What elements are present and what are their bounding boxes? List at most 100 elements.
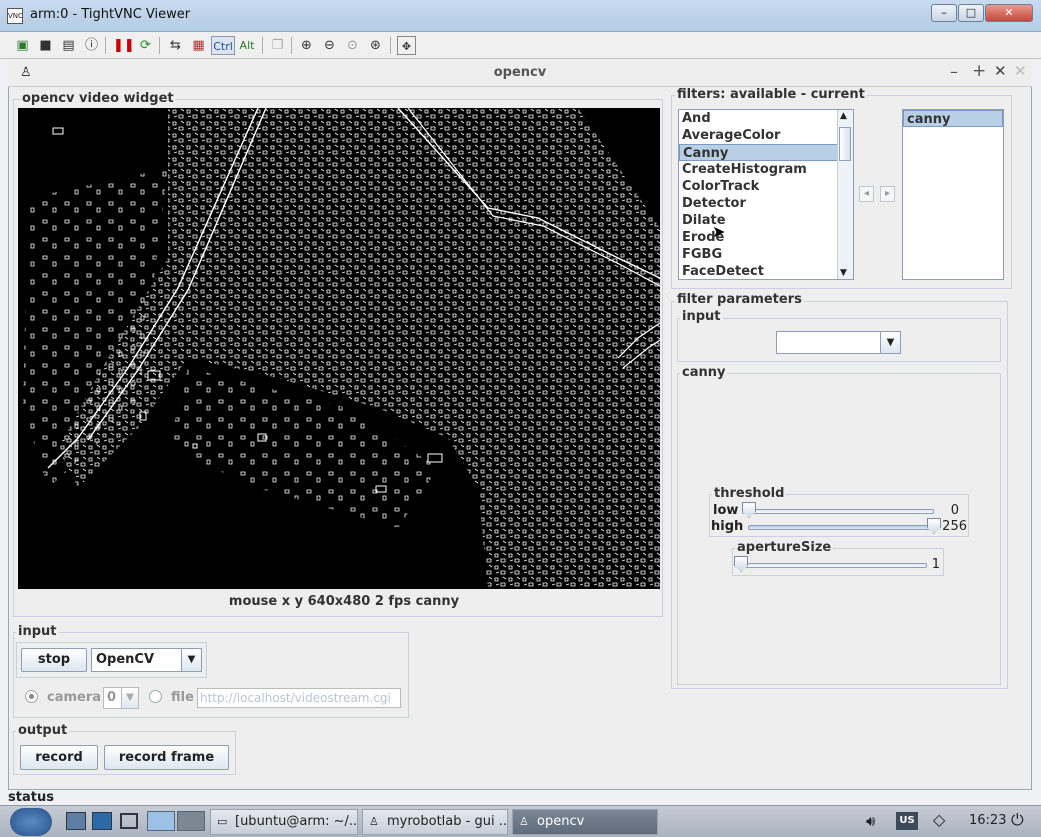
- param-input-select[interactable]: ▼: [776, 331, 901, 354]
- move-left-button[interactable]: ◂: [859, 186, 874, 202]
- java-icon: ♙: [369, 815, 379, 828]
- info-icon[interactable]: ⓘ: [82, 36, 101, 55]
- high-value: 256: [942, 519, 967, 534]
- filter-parameters-title: filter parameters: [675, 292, 804, 307]
- window-titlebar: VNC arm:0 - TightVNC Viewer – □ ✕: [0, 0, 1041, 32]
- browser-icon[interactable]: [92, 812, 112, 830]
- source-select[interactable]: OpenCV ▼: [91, 648, 202, 672]
- canny-edge-image: [23, 108, 660, 589]
- close-button[interactable]: ✕: [985, 4, 1033, 22]
- available-filter-item[interactable]: Canny: [679, 144, 853, 161]
- available-filter-item[interactable]: And: [679, 110, 853, 127]
- windows-icon[interactable]: [120, 813, 138, 829]
- save-icon[interactable]: ■: [36, 36, 55, 55]
- zoom-out-icon[interactable]: ⊖: [320, 36, 339, 55]
- zoom-actual-icon[interactable]: ⊛: [366, 36, 385, 55]
- current-filters-list[interactable]: canny: [902, 109, 1004, 280]
- ctrl-toggle[interactable]: Ctrl: [211, 36, 235, 55]
- transfer-icon[interactable]: ⇆: [166, 36, 185, 55]
- background-close-icon: ✕: [1014, 62, 1027, 80]
- minimize-button[interactable]: –: [931, 4, 957, 22]
- inner-minimize-button[interactable]: –: [950, 62, 958, 81]
- available-filter-item[interactable]: Detector: [679, 195, 853, 212]
- chevron-down-icon[interactable]: ▼: [880, 332, 900, 353]
- zoom-fit-icon[interactable]: ⊙: [343, 36, 362, 55]
- file-label: file: [171, 690, 194, 705]
- taskbar: ▭ [ubuntu@arm: ~/... ♙ myrobotlab - gui ..…: [0, 805, 1041, 837]
- task-myrobotlab[interactable]: ♙ myrobotlab - gui ...: [362, 809, 508, 835]
- chevron-down-icon[interactable]: ▼: [121, 688, 138, 708]
- available-filter-item[interactable]: FaceDetect: [679, 263, 853, 279]
- output-title: output: [16, 723, 70, 738]
- volume-icon[interactable]: 🔊︎: [866, 812, 875, 830]
- inner-maximize-button[interactable]: +: [972, 61, 986, 81]
- inner-close-button[interactable]: ✕: [994, 62, 1007, 80]
- available-filter-item[interactable]: Erode: [679, 229, 853, 246]
- status-label: status: [8, 790, 54, 805]
- scroll-up-icon[interactable]: ▲: [840, 111, 847, 121]
- task-opencv[interactable]: ♙ opencv: [512, 809, 658, 835]
- desktop-1-icon[interactable]: [147, 811, 175, 831]
- opencv-titlebar: ♙ opencv – + ✕ ✕: [8, 60, 1032, 87]
- chevron-down-icon[interactable]: ▼: [181, 649, 201, 671]
- copy-icon[interactable]: ❐: [268, 36, 287, 55]
- file-radio[interactable]: [149, 690, 162, 703]
- task-terminal[interactable]: ▭ [ubuntu@arm: ~/...: [210, 809, 358, 835]
- url-input[interactable]: http://localhost/videostream.cgi: [197, 688, 401, 708]
- maximize-button[interactable]: □: [958, 4, 984, 22]
- available-filter-item[interactable]: CreateHistogram: [679, 161, 853, 178]
- record-button[interactable]: record: [20, 745, 98, 770]
- move-right-button[interactable]: ▸: [880, 186, 895, 202]
- high-label: high: [711, 519, 744, 534]
- java-icon: ♙: [519, 815, 529, 828]
- new-connection-icon[interactable]: ▣: [13, 36, 32, 55]
- video-widget-title: opencv video widget: [20, 91, 176, 106]
- video-display[interactable]: [18, 108, 660, 589]
- low-value: 0: [950, 503, 959, 518]
- task-label: [ubuntu@arm: ~/...: [235, 814, 358, 829]
- network-icon[interactable]: ◇: [933, 810, 945, 829]
- options-icon[interactable]: ▤: [59, 36, 78, 55]
- high-slider-track[interactable]: [748, 525, 940, 530]
- input-title: input: [16, 624, 59, 639]
- file-manager-icon[interactable]: [66, 812, 86, 830]
- refresh-icon[interactable]: ⟳: [136, 36, 155, 55]
- zoom-in-icon[interactable]: ⊕: [297, 36, 316, 55]
- keyboard-layout[interactable]: US: [896, 812, 918, 830]
- available-filters-list[interactable]: And AverageColor Canny CreateHistogram Color…: [678, 109, 854, 280]
- source-value: OpenCV: [96, 652, 155, 667]
- available-filter-item[interactable]: Dilate: [679, 212, 853, 229]
- list-scrollbar[interactable]: ▲ ▼: [837, 110, 853, 279]
- clock[interactable]: 16:23: [969, 813, 1006, 828]
- opencv-title: opencv: [493, 65, 547, 80]
- start-menu-icon[interactable]: [10, 808, 52, 836]
- record-frame-button[interactable]: record frame: [104, 745, 229, 770]
- task-label: myrobotlab - gui ...: [387, 814, 508, 829]
- available-filter-item[interactable]: AverageColor: [679, 127, 853, 144]
- scroll-down-icon[interactable]: ▼: [840, 268, 847, 278]
- ctrl-alt-del-icon[interactable]: ▦: [189, 36, 208, 55]
- stop-button[interactable]: stop: [21, 648, 87, 672]
- aperture-title: apertureSize: [735, 540, 834, 555]
- scroll-thumb[interactable]: [839, 127, 851, 161]
- aperture-slider-track[interactable]: [735, 563, 927, 568]
- mouse-cursor-icon: ➤: [712, 222, 726, 241]
- camera-index-select[interactable]: 0 ▼: [103, 687, 139, 709]
- current-filter-item[interactable]: canny: [903, 110, 1003, 127]
- fullscreen-icon[interactable]: ✥: [397, 36, 416, 55]
- alt-toggle[interactable]: Alt: [237, 36, 257, 55]
- filters-title: filters: available - current: [675, 87, 867, 102]
- power-icon[interactable]: ⏻: [1011, 810, 1024, 830]
- available-filter-item[interactable]: ColorTrack: [679, 178, 853, 195]
- task-label: opencv: [537, 814, 585, 829]
- vnc-toolbar: ▣ ■ ▤ ⓘ ❚❚ ⟳ ⇆ ▦ Ctrl Alt ❐ ⊕ ⊖ ⊙ ⊛ ✥: [0, 32, 1041, 59]
- camera-index-value: 0: [107, 690, 117, 705]
- window-title: arm:0 - TightVNC Viewer: [30, 7, 191, 22]
- available-filter-item[interactable]: FGBG: [679, 246, 853, 263]
- aperture-value: 1: [931, 557, 940, 572]
- vnc-icon: VNC: [7, 8, 23, 24]
- low-slider-track[interactable]: [742, 509, 934, 514]
- camera-radio[interactable]: [25, 690, 38, 703]
- desktop-2-icon[interactable]: [177, 811, 205, 831]
- pause-icon[interactable]: ❚❚: [113, 36, 135, 55]
